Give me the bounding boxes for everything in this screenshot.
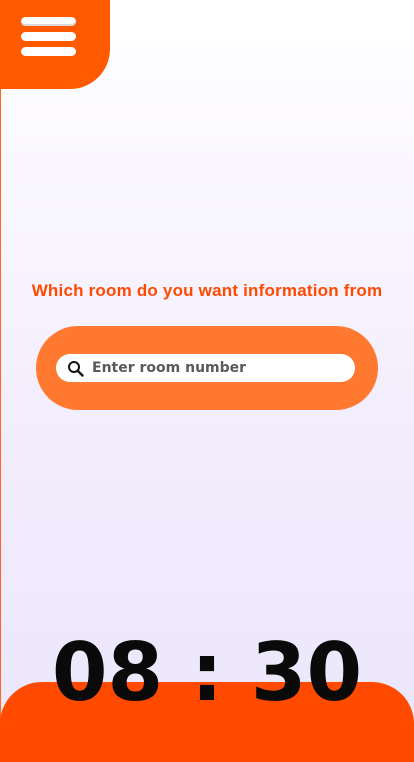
search-field[interactable] [56,354,355,382]
menu-bar-bottom [21,47,76,56]
room-number-input[interactable] [92,354,347,382]
left-edge-line [0,0,1,736]
clock-display: 08 : 30 [51,626,363,719]
menu-bar-middle [21,32,76,41]
menu-bar-top [21,17,76,26]
menu-tab [0,0,110,89]
hamburger-menu-icon[interactable] [20,14,78,60]
room-prompt: Which room do you want information from [31,281,383,300]
search-container [36,326,378,410]
search-icon [68,361,84,377]
